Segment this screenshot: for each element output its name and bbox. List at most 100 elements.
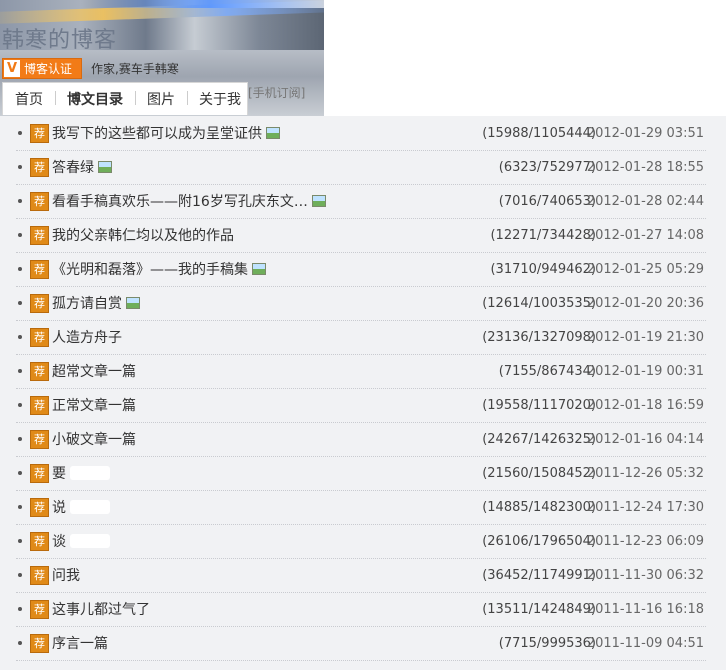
- recommended-icon: 荐: [30, 123, 49, 143]
- image-attachment-icon: [126, 297, 140, 309]
- comment-view-counts: (7016/740653): [498, 193, 596, 209]
- article-title-link[interactable]: 《光明和磊落》——我的手稿集: [52, 259, 248, 279]
- article-row: 荐要 (21560/1508452) 2011-12-26 05:32: [16, 456, 706, 491]
- bullet-icon: [18, 233, 22, 237]
- recommended-icon: 荐: [30, 565, 49, 585]
- comment-view-counts: (7155/867434): [498, 363, 596, 379]
- blog-title[interactable]: 韩寒的博客: [2, 22, 117, 54]
- redacted-title-mask: [70, 534, 110, 548]
- post-date: 2011-11-09 04:51: [586, 635, 704, 651]
- recommended-icon: 荐: [30, 633, 49, 653]
- redacted-title-mask: [70, 500, 110, 514]
- post-date: 2012-01-28 18:55: [586, 159, 704, 175]
- bullet-icon: [18, 335, 22, 339]
- comment-view-counts: (6323/752977): [498, 159, 596, 175]
- bullet-icon: [18, 573, 22, 577]
- post-date: 2011-12-23 06:09: [586, 533, 704, 549]
- recommended-icon: 荐: [30, 361, 49, 381]
- article-row: 荐我的父亲韩仁均以及他的作品 (12271/734428) 2012-01-27 1…: [16, 218, 706, 253]
- article-list-panel: 荐我写下的这些都可以成为呈堂证供 (15988/1105444) 2012-01-2…: [0, 116, 726, 670]
- recommended-icon: 荐: [30, 395, 49, 415]
- comment-view-counts: (31710/949462): [490, 261, 596, 277]
- verified-badge[interactable]: V 博客认证: [2, 58, 82, 79]
- recommended-icon: 荐: [30, 225, 49, 245]
- article-title-link[interactable]: 超常文章一篇: [52, 361, 136, 381]
- article-title-link[interactable]: 要: [52, 463, 66, 483]
- article-row: 荐看看手稿真欢乐——附16岁写孔庆东文… (7016/740653) 2012-01…: [16, 184, 706, 219]
- comment-view-counts: (23136/1327098): [482, 329, 596, 345]
- image-attachment-icon: [252, 263, 266, 275]
- article-title-link[interactable]: 小破文章一篇: [52, 429, 136, 449]
- comment-view-counts: (13511/1424849): [482, 601, 596, 617]
- tab-home[interactable]: 首页: [3, 89, 55, 109]
- verified-v-icon: V: [4, 60, 20, 77]
- article-title-link[interactable]: 我的父亲韩仁均以及他的作品: [52, 225, 234, 245]
- article-row: 荐谈 (26106/1796504) 2011-12-23 06:09: [16, 524, 706, 559]
- bullet-icon: [18, 641, 22, 645]
- article-title-link[interactable]: 孤方请自赏: [52, 293, 122, 313]
- post-date: 2012-01-19 00:31: [586, 363, 704, 379]
- tab-about[interactable]: 关于我: [187, 89, 253, 109]
- mobile-subscribe-link[interactable]: [手机订阅]: [248, 84, 305, 101]
- article-title-link[interactable]: 正常文章一篇: [52, 395, 136, 415]
- post-date: 2012-01-28 02:44: [586, 193, 704, 209]
- tab-article-list[interactable]: 博文目录: [55, 89, 135, 109]
- article-title-link[interactable]: 人造方舟子: [52, 327, 122, 347]
- article-row: 荐序言一篇 (7715/999536) 2011-11-09 04:51: [16, 626, 706, 661]
- comment-view-counts: (14885/1482300): [482, 499, 596, 515]
- comment-view-counts: (12271/734428): [490, 227, 596, 243]
- recommended-icon: 荐: [30, 599, 49, 619]
- bullet-icon: [18, 539, 22, 543]
- article-row: 荐问我 (36452/1174991) 2011-11-30 06:32: [16, 558, 706, 593]
- post-date: 2011-12-24 17:30: [586, 499, 704, 515]
- post-date: 2011-11-30 06:32: [586, 567, 704, 583]
- article-title-link[interactable]: 说: [52, 497, 66, 517]
- bullet-icon: [18, 199, 22, 203]
- bullet-icon: [18, 369, 22, 373]
- image-attachment-icon: [266, 127, 280, 139]
- comment-view-counts: (19558/1117020): [482, 397, 596, 413]
- article-row: 荐说 (14885/1482300) 2011-12-24 17:30: [16, 490, 706, 525]
- bullet-icon: [18, 267, 22, 271]
- recommended-icon: 荐: [30, 327, 49, 347]
- article-row: 荐孤方请自赏 (12614/1003535) 2012-01-20 20:36: [16, 286, 706, 321]
- recommended-icon: 荐: [30, 157, 49, 177]
- article-title-link[interactable]: 这事儿都过气了: [52, 599, 150, 619]
- post-date: 2011-11-16 16:18: [586, 601, 704, 617]
- article-title-link[interactable]: 我写下的这些都可以成为呈堂证供: [52, 123, 262, 143]
- post-date: 2012-01-20 20:36: [586, 295, 704, 311]
- article-row: 荐我写下的这些都可以成为呈堂证供 (15988/1105444) 2012-01-2…: [16, 116, 706, 151]
- bullet-icon: [18, 505, 22, 509]
- post-date: 2012-01-19 21:30: [586, 329, 704, 345]
- post-date: 2012-01-18 16:59: [586, 397, 704, 413]
- bullet-icon: [18, 403, 22, 407]
- author-description: 作家,赛车手韩寒: [91, 62, 179, 76]
- comment-view-counts: (12614/1003535): [482, 295, 596, 311]
- bullet-icon: [18, 471, 22, 475]
- post-date: 2011-12-26 05:32: [586, 465, 704, 481]
- recommended-icon: 荐: [30, 497, 49, 517]
- redacted-title-mask: [70, 466, 110, 480]
- article-title-link[interactable]: 看看手稿真欢乐——附16岁写孔庆东文…: [52, 191, 308, 211]
- article-row: 荐小破文章一篇 (24267/1426325) 2012-01-16 04:14: [16, 422, 706, 457]
- article-row: 荐超常文章一篇 (7155/867434) 2012-01-19 00:31: [16, 354, 706, 389]
- article-title-link[interactable]: 序言一篇: [52, 633, 108, 653]
- bullet-icon: [18, 607, 22, 611]
- article-title-link[interactable]: 谈: [52, 531, 66, 551]
- comment-view-counts: (26106/1796504): [482, 533, 596, 549]
- banner-light-streak-2: [90, 0, 324, 8]
- bullet-icon: [18, 165, 22, 169]
- article-title-link[interactable]: 答春绿: [52, 157, 94, 177]
- post-date: 2012-01-29 03:51: [586, 125, 704, 141]
- article-title-link[interactable]: 问我: [52, 565, 80, 585]
- article-row: 荐正常文章一篇 (19558/1117020) 2012-01-18 16:59: [16, 388, 706, 423]
- comment-view-counts: (7715/999536): [498, 635, 596, 651]
- recommended-icon: 荐: [30, 259, 49, 279]
- article-row: 荐人造方舟子 (23136/1327098) 2012-01-19 21:30: [16, 320, 706, 355]
- comment-view-counts: (36452/1174991): [482, 567, 596, 583]
- blog-banner: 韩寒的博客 V 博客认证 作家,赛车手韩寒 首页 博文目录 图片 关于我 [手机…: [0, 0, 324, 116]
- blog-nav: 首页 博文目录 图片 关于我: [2, 82, 248, 115]
- bullet-icon: [18, 131, 22, 135]
- tab-photos[interactable]: 图片: [135, 89, 187, 109]
- bullet-icon: [18, 301, 22, 305]
